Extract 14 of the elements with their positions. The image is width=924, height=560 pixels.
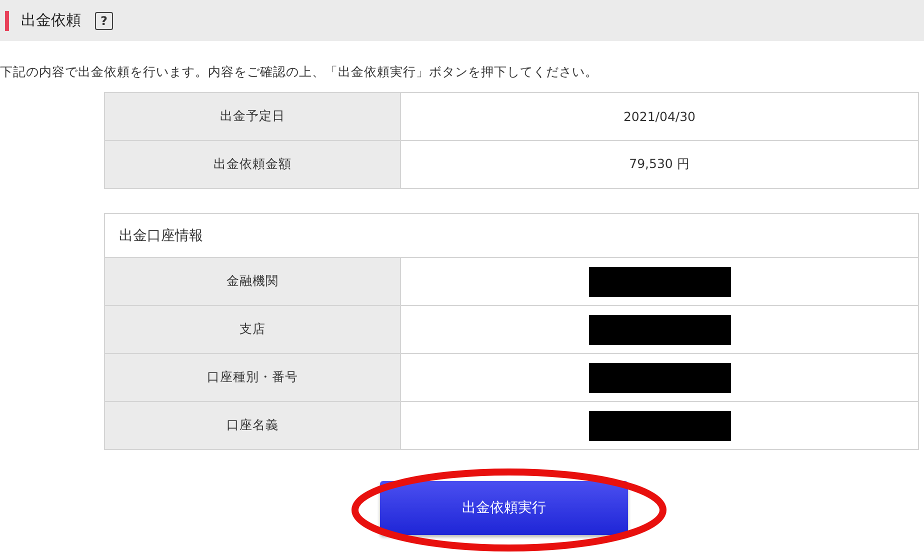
field-label: 金融機関 xyxy=(104,258,400,306)
field-label: 出金予定日 xyxy=(104,92,400,140)
field-value: 79,530 円 xyxy=(400,140,918,188)
field-label: 口座種別・番号 xyxy=(104,354,400,402)
accent-bar xyxy=(5,10,9,30)
section-title: 出金口座情報 xyxy=(104,214,918,258)
page-title: 出金依頼 xyxy=(21,11,81,30)
help-icon[interactable]: ? xyxy=(95,12,113,30)
submit-button[interactable]: 出金依頼実行 xyxy=(380,481,628,535)
field-value: 2021/04/30 xyxy=(400,92,918,140)
instruction-text: 下記の内容で出金依頼を行います。内容をご確認の上、「出金依頼実行」ボタンを押下してください。 xyxy=(0,63,599,81)
field-label: 支店 xyxy=(104,306,400,354)
field-label: 口座名義 xyxy=(104,402,400,450)
field-label: 出金依頼金額 xyxy=(104,140,400,188)
